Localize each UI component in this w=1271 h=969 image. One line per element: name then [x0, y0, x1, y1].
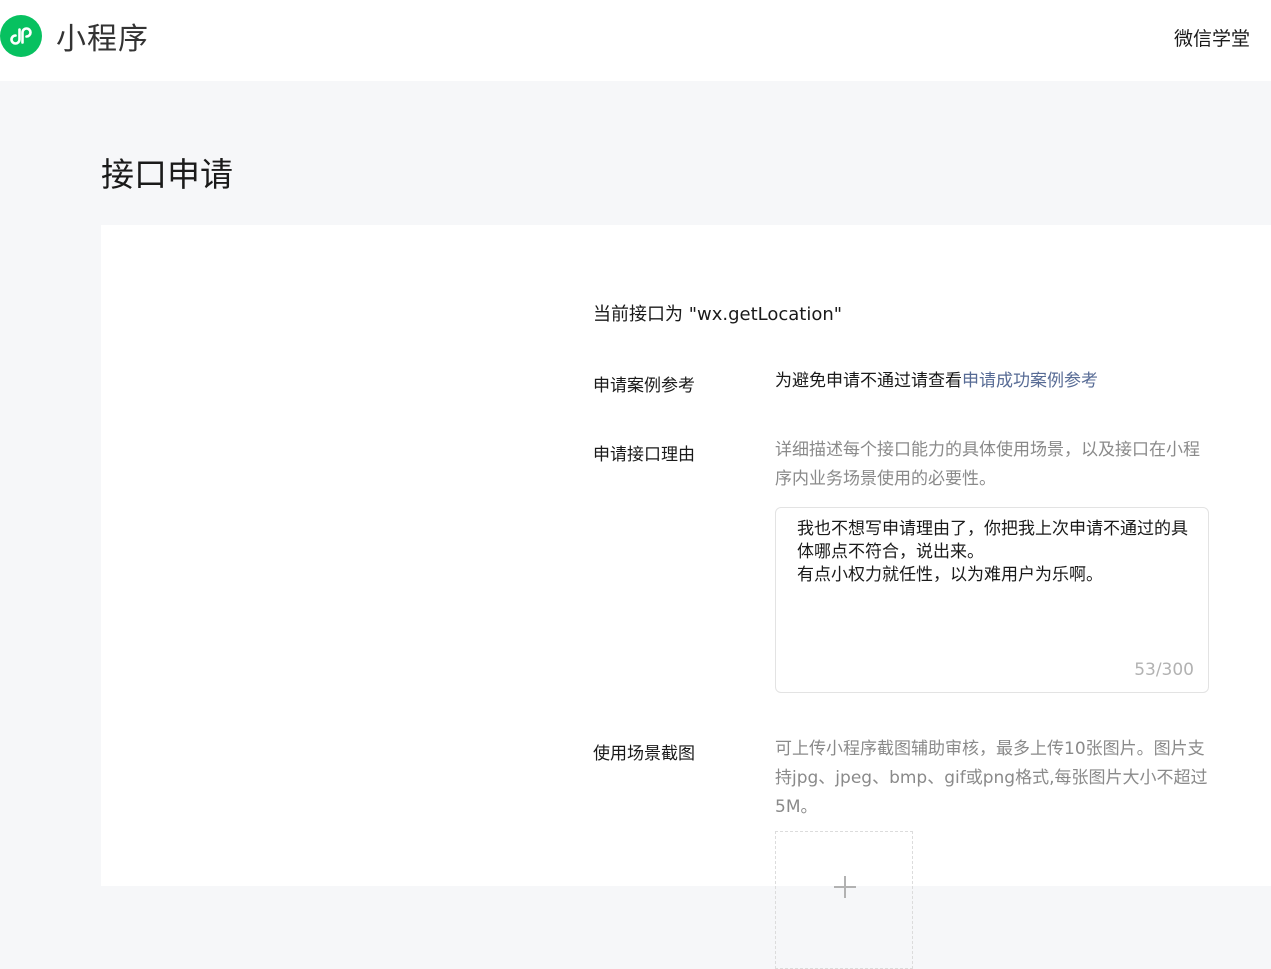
reason-textarea-value[interactable]: 我也不想写申请理由了，你把我上次申请不通过的具体哪点不符合，说出来。 有点小权力… [797, 518, 1197, 587]
top-navigation-bar: 小程序 微信学堂 [0, 0, 1271, 81]
upload-screenshot-button[interactable] [775, 831, 913, 969]
reason-char-counter: 53/300 [1134, 660, 1194, 680]
reason-textarea[interactable]: 我也不想写申请理由了，你把我上次申请不通过的具体哪点不符合，说出来。 有点小权力… [775, 507, 1209, 693]
current-api-label: 当前接口为 "wx.getLocation" [593, 304, 843, 325]
reason-hint: 详细描述每个接口能力的具体使用场景，以及接口在小程序内业务场景使用的必要性。 [775, 440, 1200, 489]
case-reference-value: 为避免申请不通过请查看申请成功案例参考 [775, 367, 1211, 396]
mini-program-logo[interactable]: 小程序 [0, 14, 149, 58]
case-reference-label: 申请案例参考 [593, 376, 695, 396]
nav-link-wechat-academy[interactable]: 微信学堂 [1174, 24, 1250, 51]
plus-icon [834, 876, 856, 898]
screenshots-hint: 可上传小程序截图辅助审核，最多上传10张图片。图片支持jpg、jpeg、bmp、… [775, 739, 1208, 817]
page-title: 接口申请 [101, 155, 233, 194]
screenshots-label: 使用场景截图 [593, 744, 695, 764]
mini-program-icon [0, 15, 42, 57]
case-reference-link[interactable]: 申请成功案例参考 [962, 371, 1098, 391]
reason-label: 申请接口理由 [593, 445, 695, 465]
case-reference-text: 为避免申请不通过请查看 [775, 371, 962, 391]
logo-text: 小程序 [56, 22, 149, 57]
